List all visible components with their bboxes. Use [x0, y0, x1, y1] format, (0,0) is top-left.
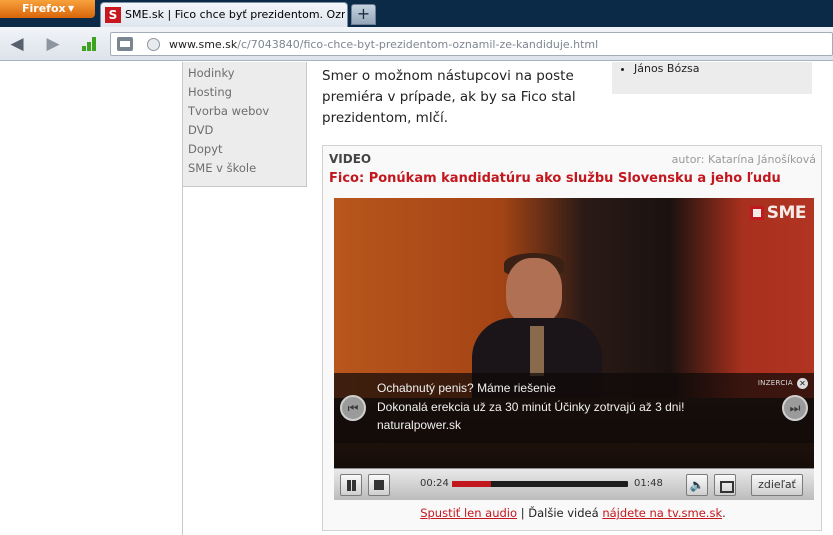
- video-section-label: VIDEO: [329, 152, 372, 166]
- duration: 01:48: [634, 478, 663, 489]
- footer-text: Ďalšie videá: [528, 506, 599, 520]
- video-player[interactable]: SME ⏮ Ochabnutý penis? Máme riešenie Dok…: [334, 198, 814, 500]
- menu-item-dopyt[interactable]: Dopyt: [188, 142, 306, 161]
- player-controls: 00:24 01:48 🔈 zdieľať: [334, 468, 814, 500]
- sme-logo: SME: [749, 203, 807, 223]
- firefox-menu-label: Firefox: [22, 2, 66, 15]
- navigation-toolbar: ◀ ▶ www.sme.sk/c/7043840/fico-chce-byt-p…: [0, 27, 833, 61]
- new-tab-button[interactable]: +: [351, 4, 376, 25]
- tv-sme-link[interactable]: nájdete na tv.sme.sk: [602, 506, 722, 520]
- menu-item-sme-v-skole[interactable]: SME v škole: [188, 161, 306, 180]
- left-menu: Hodinky Hosting Tvorba webov DVD Dopyt S…: [183, 62, 307, 187]
- ad-headline[interactable]: Ochabnutý penis? Máme riešenie: [377, 381, 556, 395]
- next-icon[interactable]: ⏭: [782, 395, 808, 421]
- tab-title: SME.sk | Fico chce byť prezidentom. Ozn.…: [125, 8, 345, 21]
- forward-arrow-icon[interactable]: ▶: [42, 34, 64, 54]
- video-footer: Spustiť len audio | Ďalšie videá nájdete…: [323, 506, 823, 520]
- chevron-down-icon: ▼: [68, 4, 75, 13]
- back-arrow-icon[interactable]: ◀: [6, 34, 28, 54]
- volume-icon[interactable]: 🔈: [686, 474, 708, 496]
- previous-icon[interactable]: ⏮: [340, 395, 366, 421]
- ad-overlay[interactable]: ⏮ Ochabnutý penis? Máme riešenie Dokonal…: [334, 373, 814, 443]
- share-button[interactable]: zdieľať: [751, 474, 803, 496]
- tab-bar: Firefox ▼ S SME.sk | Fico chce byť prezi…: [0, 0, 833, 27]
- globe-icon[interactable]: [147, 38, 160, 51]
- url-domain: www.sme.sk: [169, 38, 238, 51]
- close-icon[interactable]: ✕: [797, 378, 808, 389]
- article-paragraph: Smer o možnom nástupcovi na poste premié…: [322, 68, 576, 126]
- menu-item-tvorba-webov[interactable]: Tvorba webov: [188, 104, 306, 123]
- stop-button[interactable]: [368, 474, 390, 496]
- audio-only-link[interactable]: Spustiť len audio: [420, 506, 517, 520]
- footer-separator: |: [520, 506, 525, 520]
- seek-bar[interactable]: [452, 481, 628, 487]
- sidebar-list-item[interactable]: János Bózsa: [634, 62, 699, 75]
- video-author: autor: Katarína Jánošíková: [671, 153, 816, 166]
- video-title[interactable]: Fico: Ponúkam kandidatúru ako službu Slo…: [329, 171, 781, 186]
- page-info-icon[interactable]: [117, 37, 133, 51]
- fullscreen-icon[interactable]: [714, 474, 736, 496]
- signal-bars-icon[interactable]: [82, 37, 100, 51]
- ad-domain[interactable]: naturalpower.sk: [377, 418, 461, 432]
- menu-item-hosting[interactable]: Hosting: [188, 85, 306, 104]
- pause-button[interactable]: [340, 474, 362, 496]
- web-page: Hodinky Hosting Tvorba webov DVD Dopyt S…: [0, 62, 833, 535]
- video-box: VIDEO autor: Katarína Jánošíková Fico: P…: [322, 145, 822, 531]
- footer-end: .: [722, 506, 726, 520]
- url-text[interactable]: www.sme.sk/c/7043840/fico-chce-byt-prezi…: [169, 38, 598, 51]
- address-bar[interactable]: www.sme.sk/c/7043840/fico-chce-byt-prezi…: [110, 32, 833, 56]
- sme-favicon-icon: S: [105, 7, 121, 23]
- url-path: /c/7043840/fico-chce-byt-prezidentom-ozn…: [237, 38, 599, 51]
- ad-body[interactable]: Dokonalá erekcia už za 30 minút Účinky z…: [377, 400, 684, 414]
- menu-item-hodinky[interactable]: Hodinky: [188, 66, 306, 85]
- seek-progress: [452, 481, 491, 487]
- sidebar-box: János Bózsa: [612, 62, 812, 94]
- tab-active[interactable]: S SME.sk | Fico chce byť prezidentom. Oz…: [100, 2, 348, 27]
- firefox-menu-button[interactable]: Firefox ▼: [0, 0, 95, 18]
- ad-tag: INZERCIA: [757, 379, 793, 387]
- menu-item-dvd[interactable]: DVD: [188, 123, 306, 142]
- current-time: 00:24: [420, 478, 449, 489]
